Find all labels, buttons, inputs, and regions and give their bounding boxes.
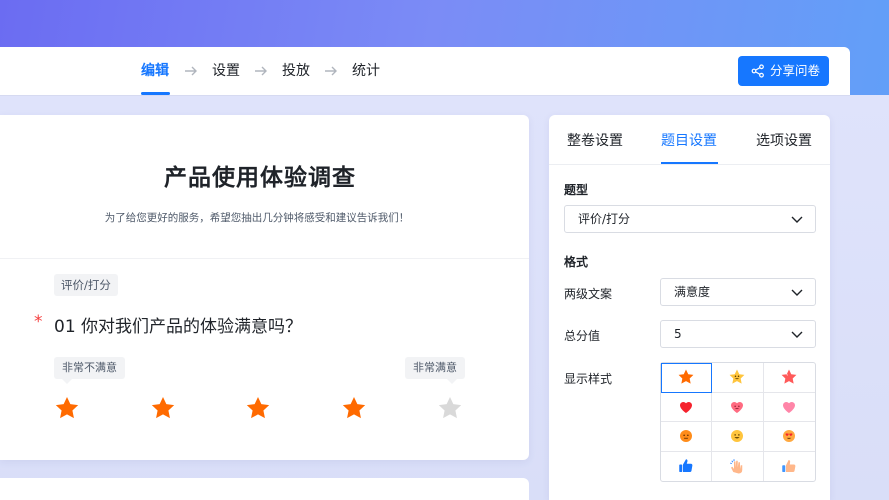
arrow-right-icon bbox=[185, 66, 197, 76]
step-settings[interactable]: 设置 bbox=[212, 47, 240, 95]
thumbs-up-icon bbox=[679, 459, 693, 473]
question-type-section-label: 题型 bbox=[564, 183, 589, 197]
style-option[interactable] bbox=[661, 451, 713, 481]
share-survey-button[interactable]: 分享问卷 bbox=[738, 56, 829, 86]
share-button-label: 分享问卷 bbox=[770, 63, 821, 78]
style-option[interactable] bbox=[764, 452, 815, 482]
required-mark: * bbox=[34, 312, 43, 332]
two-level-text-value: 满意度 bbox=[674, 285, 711, 299]
chevron-down-icon bbox=[791, 331, 803, 338]
rating-star-3[interactable] bbox=[245, 395, 271, 421]
tab-option-settings[interactable]: 选项设置 bbox=[756, 130, 812, 150]
survey-description[interactable]: 为了给您更好的服务，希望您抽出几分钟将感受和建议告诉我们！ bbox=[0, 210, 514, 225]
active-step-indicator bbox=[141, 92, 170, 95]
star-icon bbox=[678, 369, 694, 384]
rating-star-5[interactable] bbox=[437, 395, 463, 421]
survey-title[interactable]: 产品使用体验调查 bbox=[0, 158, 520, 192]
share-icon bbox=[751, 64, 764, 78]
style-option[interactable] bbox=[712, 451, 764, 481]
style-option[interactable] bbox=[712, 422, 764, 452]
rating-star-1[interactable] bbox=[54, 395, 80, 421]
rating-star-2[interactable] bbox=[150, 395, 176, 421]
display-style-grid bbox=[660, 362, 816, 482]
total-score-value: 5 bbox=[674, 327, 682, 341]
clapping-hands-icon bbox=[730, 459, 743, 474]
arrow-right-icon bbox=[255, 66, 267, 76]
heart-icon bbox=[680, 401, 693, 413]
rating-star-4[interactable] bbox=[341, 395, 367, 421]
smiling-heart-icon bbox=[731, 401, 744, 413]
step-publish[interactable]: 投放 bbox=[282, 47, 310, 95]
style-option[interactable] bbox=[712, 392, 764, 422]
step-statistics[interactable]: 统计 bbox=[352, 47, 380, 95]
top-bar: 编辑 设置 投放 统计 bbox=[0, 47, 850, 95]
style-option[interactable] bbox=[661, 422, 713, 452]
style-option[interactable] bbox=[763, 363, 815, 393]
format-section-label: 格式 bbox=[564, 255, 589, 269]
arrow-right-icon bbox=[325, 66, 337, 76]
tab-question-settings[interactable]: 题目设置 bbox=[661, 130, 717, 150]
style-option[interactable] bbox=[661, 363, 713, 393]
low-score-label: 非常不满意 bbox=[54, 357, 125, 384]
total-score-label: 总分值 bbox=[564, 329, 601, 343]
thumbs-up-hand-icon bbox=[782, 460, 796, 473]
divider bbox=[549, 164, 830, 165]
neutral-face-icon bbox=[680, 430, 693, 443]
sparkle-star-icon bbox=[781, 369, 797, 384]
two-level-text-select[interactable]: 满意度 bbox=[660, 278, 816, 306]
question-text[interactable]: 01 你对我们产品的体验满意吗？ bbox=[54, 312, 302, 337]
high-score-label: 非常满意 bbox=[405, 357, 465, 384]
question-type-select[interactable]: 评价/打分 bbox=[564, 205, 816, 233]
display-style-label: 显示样式 bbox=[564, 372, 613, 386]
total-score-select[interactable]: 5 bbox=[660, 320, 816, 348]
question-type-value: 评价/打分 bbox=[578, 212, 631, 226]
style-option[interactable] bbox=[712, 363, 764, 393]
step-edit[interactable]: 编辑 bbox=[141, 47, 169, 95]
style-option[interactable] bbox=[763, 393, 815, 422]
chevron-down-icon bbox=[791, 289, 803, 296]
heart-eyes-face-icon bbox=[783, 430, 796, 443]
chevron-down-icon bbox=[791, 216, 803, 223]
divider bbox=[0, 258, 529, 259]
tab-survey-settings[interactable]: 整卷设置 bbox=[567, 130, 623, 150]
two-level-text-label: 两级文案 bbox=[564, 287, 613, 301]
next-question-card bbox=[0, 478, 529, 500]
style-option[interactable] bbox=[661, 392, 713, 422]
style-option[interactable] bbox=[763, 422, 815, 452]
smiling-star-icon bbox=[730, 369, 745, 384]
question-type-tag: 评价/打分 bbox=[54, 274, 118, 296]
grin-face-icon bbox=[731, 430, 744, 443]
pink-heart-icon bbox=[783, 401, 796, 413]
